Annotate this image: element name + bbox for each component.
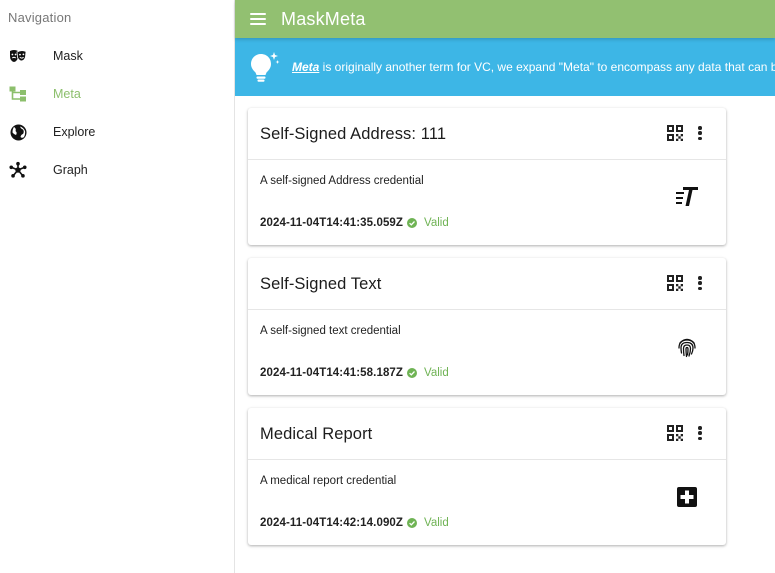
card-timestamp: 2024-11-04T14:42:14.090Z bbox=[260, 517, 404, 529]
qr-code-icon[interactable] bbox=[667, 425, 683, 441]
text-format-icon bbox=[675, 185, 699, 209]
card-description: A medical report credential bbox=[260, 475, 397, 487]
check-circle-icon bbox=[407, 368, 417, 378]
sidebar-item-label: Mask bbox=[53, 49, 83, 63]
card-timestamp: 2024-11-04T14:41:58.187Z bbox=[260, 367, 404, 379]
app-title: MaskMeta bbox=[281, 8, 366, 29]
hierarchy-icon bbox=[9, 85, 27, 103]
card-title: Medical Report bbox=[260, 425, 373, 443]
qr-code-icon[interactable] bbox=[667, 125, 683, 141]
banner-description: is originally another term for VC, we ex… bbox=[319, 60, 775, 74]
qr-code-icon[interactable] bbox=[667, 275, 683, 291]
lightbulb-icon bbox=[251, 52, 280, 82]
status-text: Valid bbox=[424, 217, 449, 229]
navigation-heading: Navigation bbox=[8, 10, 72, 25]
sidebar-item-meta[interactable]: Meta bbox=[0, 75, 234, 113]
sidebar-item-explore[interactable]: Explore bbox=[0, 113, 234, 151]
menu-icon[interactable] bbox=[250, 12, 266, 26]
credential-card[interactable]: Medical Report A medical report credenti… bbox=[248, 408, 726, 545]
card-divider bbox=[248, 309, 726, 310]
banner-text: Meta is originally another term for VC, … bbox=[292, 60, 775, 74]
status-badge: Valid bbox=[407, 367, 449, 379]
status-text: Valid bbox=[424, 517, 449, 529]
fingerprint-icon bbox=[675, 335, 699, 359]
info-banner: Meta is originally another term for VC, … bbox=[235, 38, 775, 96]
more-options-icon[interactable] bbox=[694, 125, 706, 141]
card-divider bbox=[248, 459, 726, 460]
theater-masks-icon bbox=[9, 47, 27, 65]
sidebar-item-mask[interactable]: Mask bbox=[0, 37, 234, 75]
status-text: Valid bbox=[424, 367, 449, 379]
credential-card[interactable]: Self-Signed Text A self-signed text cred… bbox=[248, 258, 726, 395]
sidebar-item-label: Graph bbox=[53, 163, 88, 177]
status-badge: Valid bbox=[407, 517, 449, 529]
sidebar-item-label: Meta bbox=[53, 87, 81, 101]
status-badge: Valid bbox=[407, 217, 449, 229]
card-title: Self-Signed Text bbox=[260, 275, 382, 293]
more-options-icon[interactable] bbox=[694, 275, 706, 291]
medical-cross-icon bbox=[675, 485, 699, 509]
network-graph-icon bbox=[9, 161, 27, 179]
card-divider bbox=[248, 159, 726, 160]
check-circle-icon bbox=[407, 218, 417, 228]
sidebar-item-label: Explore bbox=[53, 125, 96, 139]
card-description: A self-signed text credential bbox=[260, 325, 401, 337]
more-options-icon[interactable] bbox=[694, 425, 706, 441]
navigation-drawer: Navigation Mask Meta Explore Graph bbox=[0, 0, 235, 573]
app-bar: MaskMeta bbox=[235, 0, 775, 38]
banner-keyword-link[interactable]: Meta bbox=[292, 60, 319, 74]
card-title: Self-Signed Address: 111 bbox=[260, 125, 447, 143]
card-description: A self-signed Address credential bbox=[260, 175, 424, 187]
credential-card[interactable]: Self-Signed Address: 111 A self-signed A… bbox=[248, 108, 726, 245]
sidebar-item-graph[interactable]: Graph bbox=[0, 151, 234, 189]
card-timestamp: 2024-11-04T14:41:35.059Z bbox=[260, 217, 404, 229]
globe-icon bbox=[9, 123, 27, 141]
check-circle-icon bbox=[407, 518, 417, 528]
